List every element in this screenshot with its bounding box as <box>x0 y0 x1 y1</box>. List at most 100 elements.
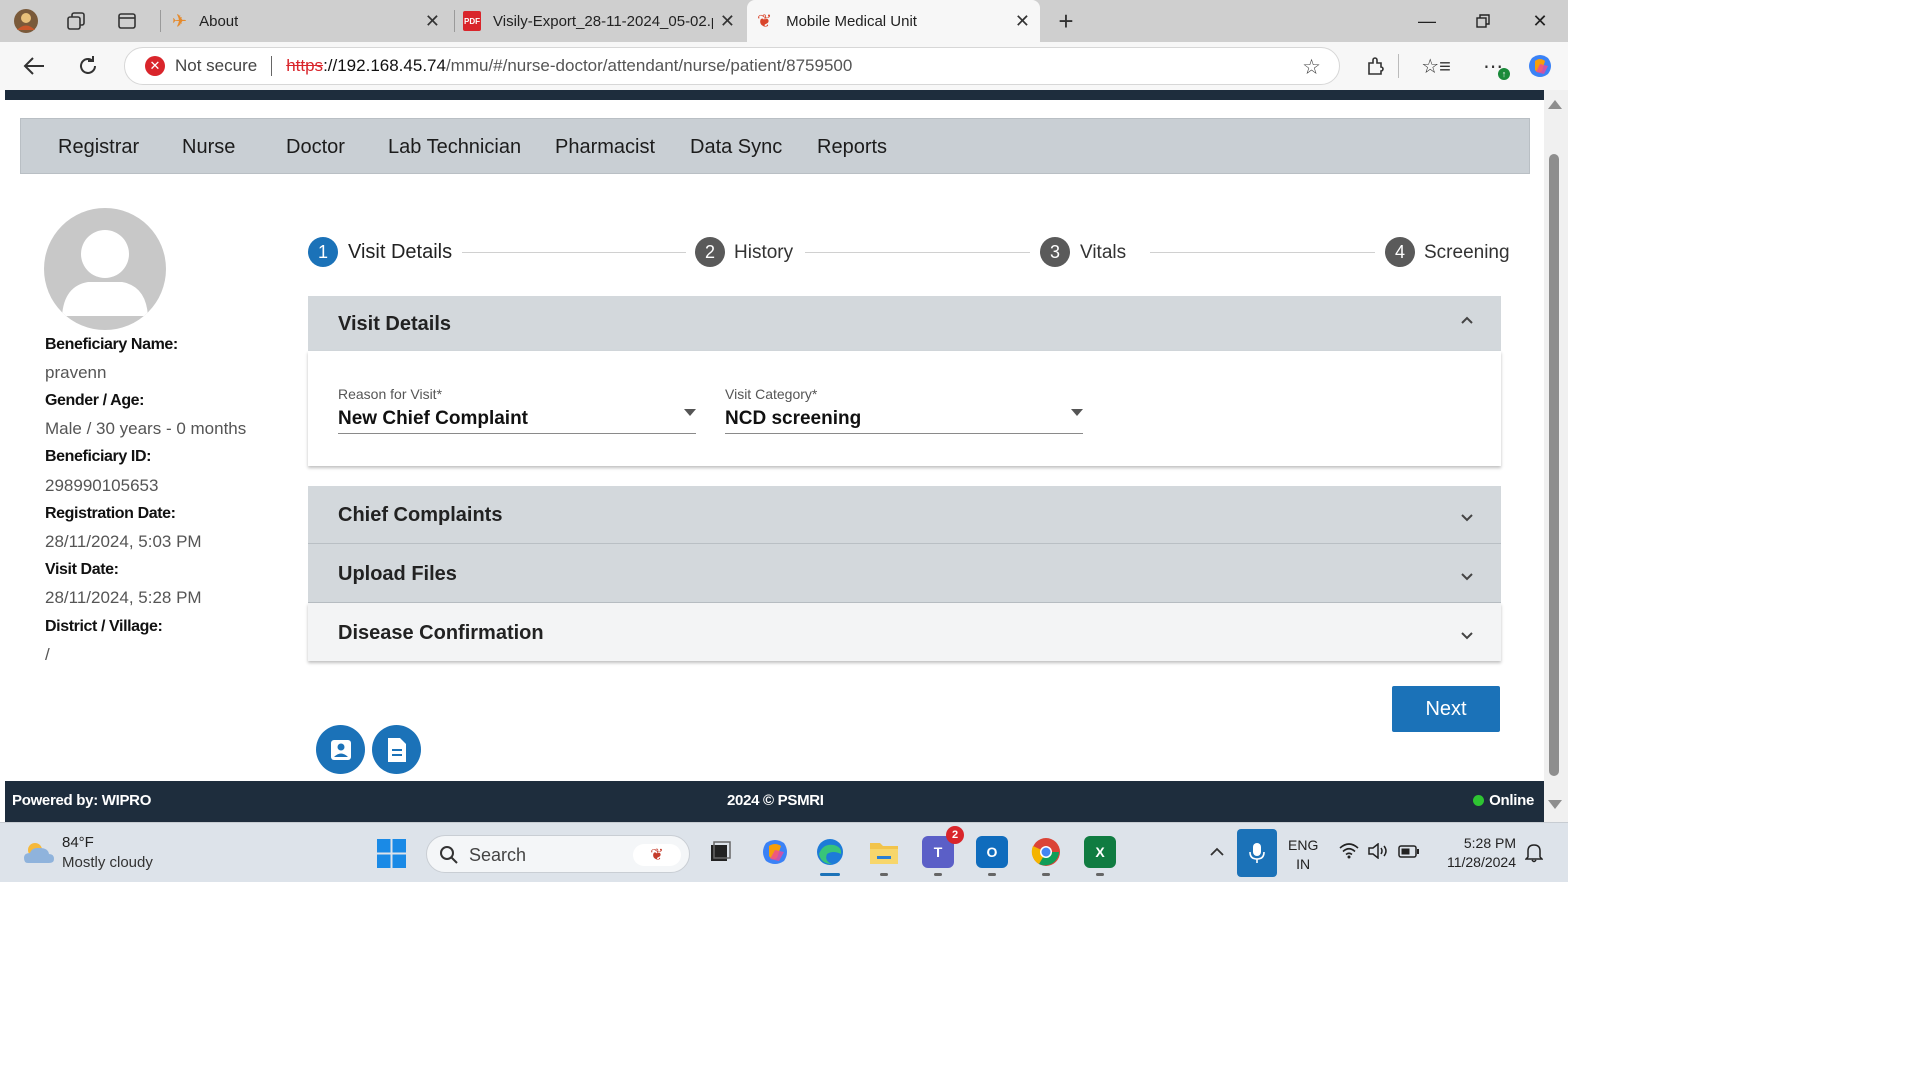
nav-item-pharmacist[interactable]: Pharmacist <box>555 119 655 175</box>
start-button[interactable] <box>377 839 406 868</box>
nav-item-reports[interactable]: Reports <box>817 119 887 175</box>
connection-status: Online <box>1473 792 1534 809</box>
input-language-indicator[interactable]: ENG IN <box>1288 836 1318 874</box>
gender-age-value: Male / 30 years - 0 months <box>45 419 247 438</box>
page-footer: Powered by: WIPRO 2024 © PSMRI Online <box>5 781 1544 822</box>
next-button[interactable]: Next <box>1392 686 1500 732</box>
teams-icon[interactable]: T 2 <box>922 826 964 868</box>
tab-visily-export[interactable]: PDF Visily-Export_28-11-2024_05-02.p ✕ <box>455 0 745 42</box>
registration-date-value: 28/11/2024, 5:03 PM <box>45 532 202 551</box>
beneficiary-id-label: Beneficiary ID: <box>45 448 152 465</box>
excel-icon[interactable]: X <box>1084 836 1116 868</box>
tab-title: About <box>199 12 239 30</box>
step-4-label[interactable]: Screening <box>1424 242 1510 264</box>
dropdown-arrow-icon[interactable] <box>1071 409 1083 416</box>
copilot-icon[interactable] <box>1525 52 1555 80</box>
chevron-down-icon[interactable] <box>1459 628 1475 644</box>
chrome-icon[interactable] <box>1030 836 1062 868</box>
chevron-down-icon[interactable] <box>1459 510 1475 526</box>
window-close-icon[interactable]: ✕ <box>1512 0 1568 42</box>
dropdown-arrow-icon[interactable] <box>684 409 696 416</box>
profile-avatar-icon[interactable] <box>13 8 39 34</box>
disease-confirmation-header[interactable]: Disease Confirmation <box>308 603 1501 661</box>
show-hidden-icons-chevron-icon[interactable] <box>1208 843 1226 861</box>
address-bar-row: ✕ Not secure https://192.168.45.74/mmu/#… <box>0 42 1568 90</box>
more-menu-icon[interactable]: ⋯ ↑ <box>1478 52 1510 80</box>
security-label[interactable]: Not secure <box>175 56 257 76</box>
step-connector <box>805 252 1030 253</box>
step-2-label[interactable]: History <box>734 242 793 264</box>
nav-item-nurse[interactable]: Nurse <box>182 119 235 175</box>
search-icon <box>440 846 458 864</box>
wifi-icon[interactable] <box>1339 843 1359 864</box>
reason-for-visit-value[interactable]: New Chief Complaint <box>338 408 528 430</box>
close-icon[interactable]: ✕ <box>720 11 735 32</box>
mmu-favicon-icon: ❦ <box>757 10 773 31</box>
step-4-indicator[interactable]: 4 <box>1385 237 1415 267</box>
microphone-icon[interactable] <box>1237 829 1277 877</box>
step-connector <box>1150 252 1375 253</box>
documents-button[interactable] <box>372 725 421 774</box>
scroll-down-arrow-icon[interactable] <box>1548 800 1562 809</box>
edge-browser-icon[interactable] <box>814 836 846 868</box>
workspaces-icon[interactable] <box>63 8 89 34</box>
document-icon <box>387 737 406 762</box>
battery-icon[interactable] <box>1398 845 1420 863</box>
minimize-icon[interactable]: — <box>1399 0 1455 42</box>
nav-item-lab-technician[interactable]: Lab Technician <box>388 119 521 175</box>
beneficiary-details-button[interactable] <box>316 725 365 774</box>
nav-item-doctor[interactable]: Doctor <box>286 119 345 175</box>
upload-files-header[interactable]: Upload Files <box>308 544 1501 602</box>
favorites-icon[interactable]: ☆≡ <box>1421 52 1451 80</box>
beneficiary-name-value: pravenn <box>45 363 107 382</box>
tab-about[interactable]: ✈ About ✕ <box>162 0 450 42</box>
reason-for-visit-label: Reason for Visit* <box>338 386 443 402</box>
notifications-bell-icon[interactable] <box>1524 843 1544 868</box>
step-3-label[interactable]: Vitals <box>1080 242 1126 264</box>
chevron-down-icon[interactable] <box>1459 569 1475 585</box>
vertical-tabs-icon[interactable] <box>114 8 140 34</box>
step-3-indicator[interactable]: 3 <box>1040 237 1070 267</box>
running-app-indicator <box>1096 873 1104 876</box>
reason-for-visit-select[interactable]: Reason for Visit* New Chief Complaint <box>338 386 696 434</box>
outlook-icon[interactable]: O <box>976 836 1008 868</box>
file-explorer-icon[interactable] <box>868 836 900 868</box>
back-icon[interactable] <box>19 52 49 80</box>
close-icon[interactable]: ✕ <box>425 11 440 32</box>
volume-icon[interactable] <box>1368 842 1390 864</box>
district-village-value: / <box>45 645 50 664</box>
tab-mobile-medical-unit[interactable]: ❦ Mobile Medical Unit ✕ <box>747 0 1040 42</box>
url-field[interactable]: ✕ Not secure https://192.168.45.74/mmu/#… <box>124 47 1340 85</box>
chief-complaints-title: Chief Complaints <box>338 504 503 526</box>
favorite-star-icon[interactable]: ☆ <box>1302 55 1321 80</box>
copilot-app-icon[interactable] <box>759 836 791 868</box>
toolbar-divider <box>1398 54 1399 78</box>
scroll-up-arrow-icon[interactable] <box>1548 100 1562 109</box>
new-tab-icon[interactable]: + <box>1053 6 1079 36</box>
taskbar-search[interactable]: Search ❦ <box>426 835 690 873</box>
step-1-label[interactable]: Visit Details <box>348 241 452 264</box>
chief-complaints-header[interactable]: Chief Complaints <box>308 486 1501 543</box>
disease-confirmation-title: Disease Confirmation <box>338 622 544 644</box>
step-2-indicator[interactable]: 2 <box>695 237 725 267</box>
running-app-indicator <box>1042 873 1050 876</box>
contact-card-icon <box>330 739 351 760</box>
tab-title: Mobile Medical Unit <box>786 12 917 30</box>
chevron-up-icon[interactable] <box>1459 312 1475 328</box>
task-view-icon[interactable] <box>704 836 736 868</box>
nav-item-registrar[interactable]: Registrar <box>58 119 139 175</box>
close-icon[interactable]: ✕ <box>1015 11 1030 32</box>
step-1-indicator[interactable]: 1 <box>308 237 338 267</box>
not-secure-icon[interactable]: ✕ <box>145 56 165 76</box>
nav-item-data-sync[interactable]: Data Sync <box>690 119 782 175</box>
visit-details-header[interactable]: Visit Details <box>308 296 1501 351</box>
scrollbar-thumb[interactable] <box>1549 154 1559 776</box>
extensions-icon[interactable] <box>1361 52 1391 80</box>
page-scrollbar[interactable] <box>1544 90 1568 822</box>
visit-category-select[interactable]: Visit Category* NCD screening <box>725 386 1083 434</box>
visit-category-value[interactable]: NCD screening <box>725 408 861 430</box>
system-clock[interactable]: 5:28 PM 11/28/2024 <box>1436 834 1516 872</box>
refresh-icon[interactable] <box>73 52 103 80</box>
upload-files-title: Upload Files <box>338 563 457 585</box>
restore-icon[interactable] <box>1455 0 1511 42</box>
